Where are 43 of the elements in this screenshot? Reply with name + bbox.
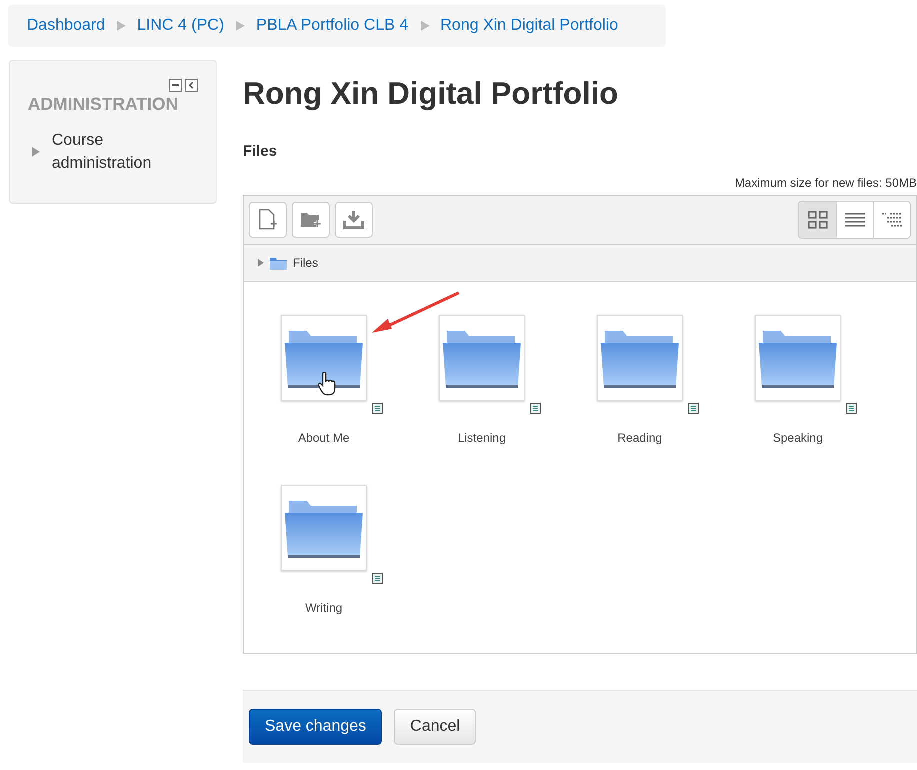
separator-icon [116, 21, 126, 31]
add-folder-button[interactable] [292, 202, 330, 238]
add-folder-icon [300, 211, 322, 229]
info-icon[interactable] [846, 403, 857, 414]
list-view-icon [845, 212, 865, 228]
hand-cursor-icon [318, 372, 336, 396]
folder-name[interactable]: Speaking [755, 431, 841, 445]
breadcrumb-link[interactable]: PBLA Portfolio CLB 4 [256, 17, 408, 35]
info-icon[interactable] [372, 403, 383, 414]
block-title: ADMINISTRATION [28, 94, 180, 115]
add-file-icon [258, 209, 278, 231]
path-label[interactable]: Files [293, 256, 318, 270]
info-icon[interactable] [530, 403, 541, 414]
breadcrumb-link[interactable]: Rong Xin Digital Portfolio [440, 17, 618, 35]
download-icon [343, 210, 365, 230]
expand-arrow-icon[interactable] [32, 147, 40, 157]
page-title: Rong Xin Digital Portfolio [243, 76, 620, 112]
folder-icon [270, 256, 287, 270]
add-file-button[interactable] [249, 202, 287, 238]
save-button[interactable]: Save changes [249, 709, 382, 745]
sidebar-item[interactable]: Course administration [52, 129, 172, 175]
folder-name[interactable]: About Me [281, 431, 367, 445]
view-mode-button[interactable] [873, 202, 910, 238]
view-mode-button[interactable] [836, 202, 873, 238]
tree-view-icon [882, 212, 902, 228]
info-icon[interactable] [372, 573, 383, 584]
expand-arrow-icon[interactable] [258, 259, 264, 267]
max-size-note: Maximum size for new files: 50MB [734, 176, 917, 190]
separator-icon [420, 21, 430, 31]
dock-icon[interactable] [185, 79, 198, 92]
folder-name[interactable]: Listening [439, 431, 525, 445]
cancel-button[interactable]: Cancel [394, 709, 476, 745]
download-button[interactable] [335, 202, 373, 238]
folder-name[interactable]: Reading [597, 431, 683, 445]
breadcrumb-link[interactable]: LINC 4 (PC) [137, 17, 224, 35]
info-icon[interactable] [688, 403, 699, 414]
grid-view-icon [808, 211, 828, 229]
breadcrumb-link[interactable]: Dashboard [27, 17, 106, 35]
folder-name[interactable]: Writing [281, 601, 367, 615]
minimize-icon[interactable] [169, 79, 182, 92]
field-label: Files [243, 143, 278, 160]
view-mode-button[interactable] [799, 202, 836, 238]
separator-icon [235, 21, 246, 31]
